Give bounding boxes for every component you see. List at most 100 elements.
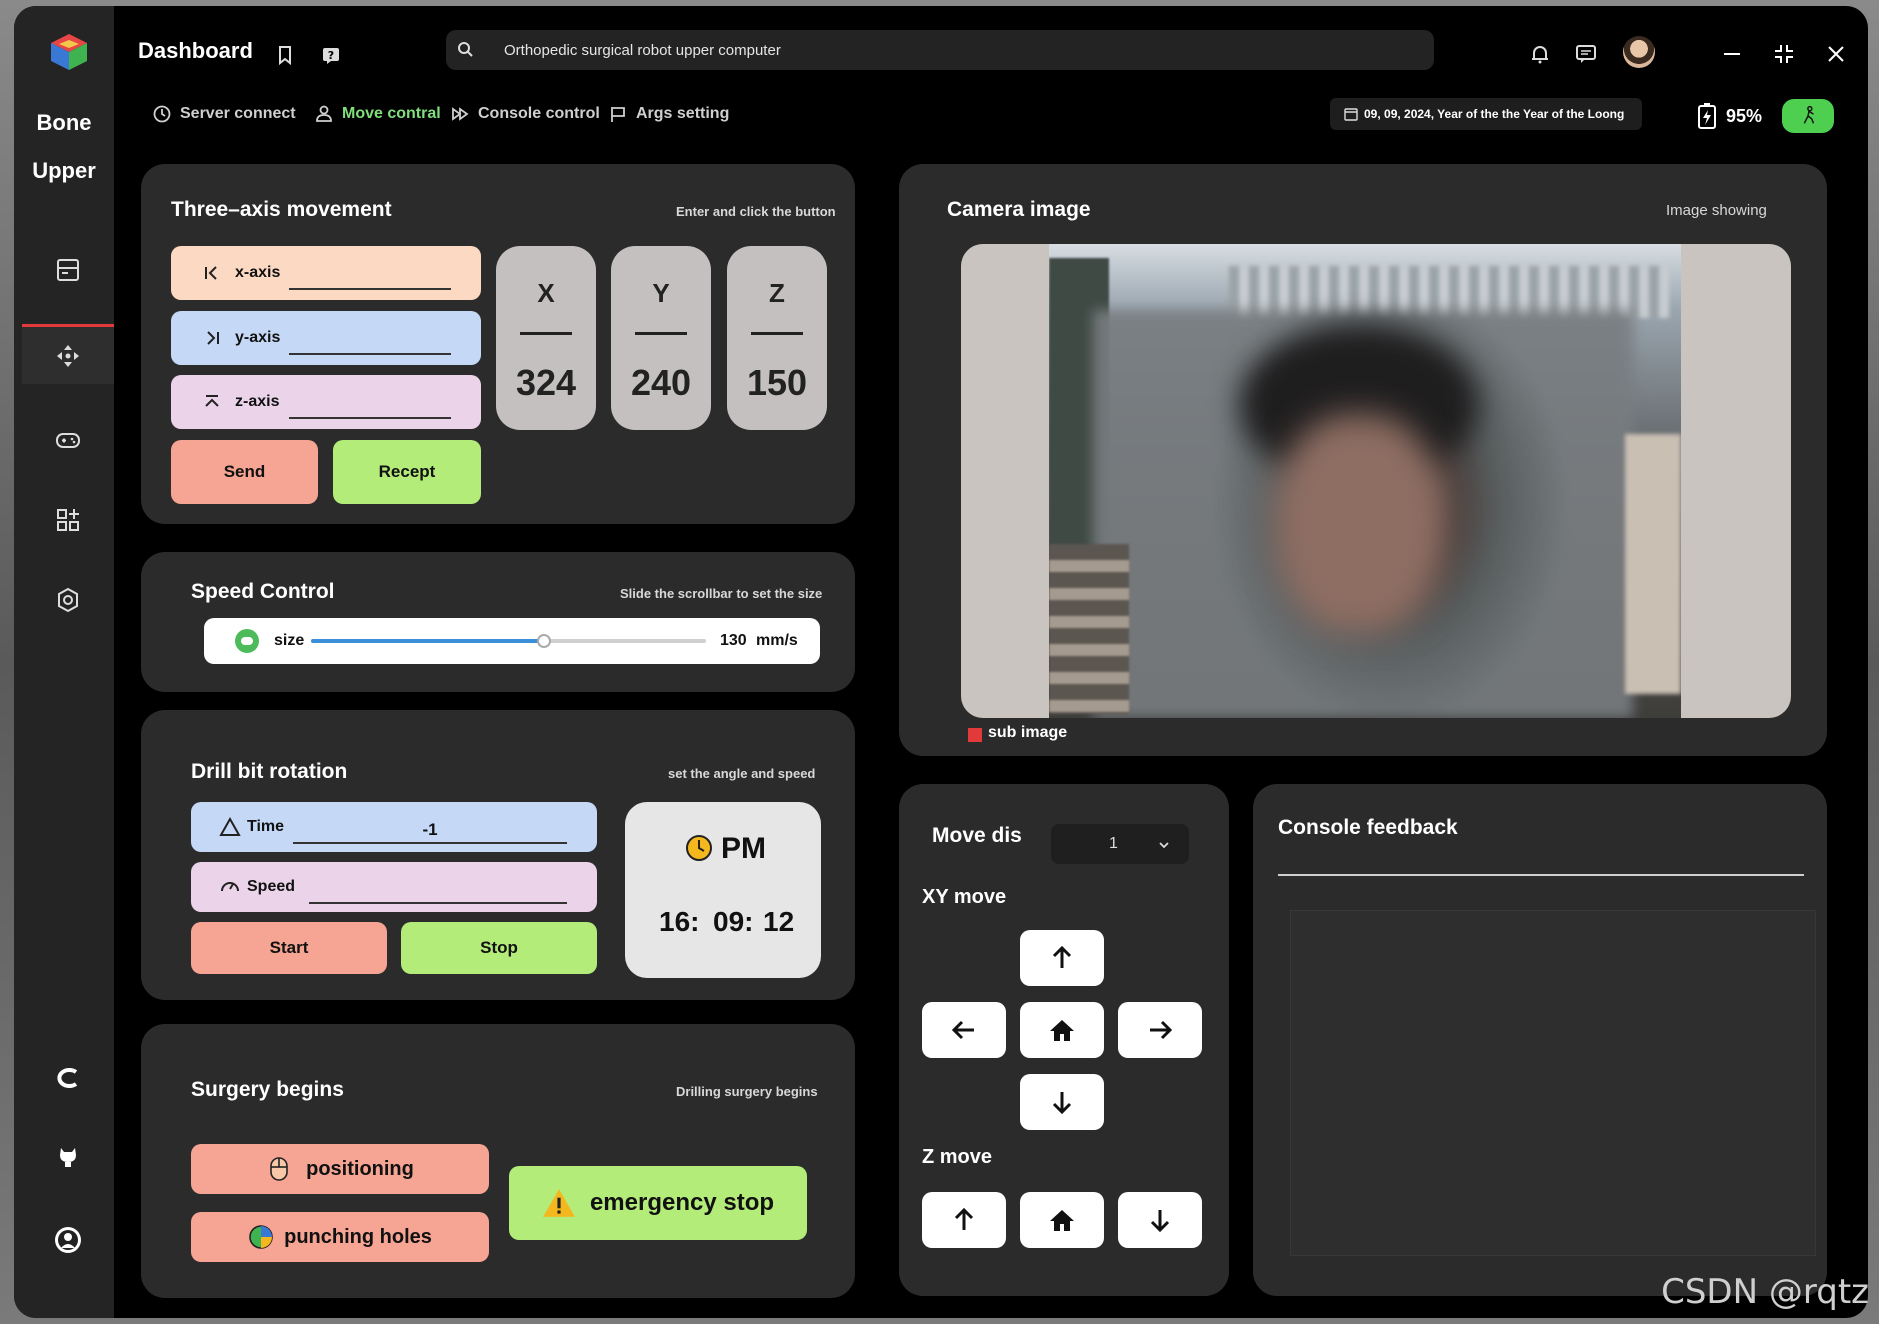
sidebar: Bone Upper	[14, 6, 114, 1318]
xy-down-button[interactable]	[1020, 1074, 1104, 1130]
punching-holes-button[interactable]: punching holes	[191, 1212, 489, 1262]
date-text: 09, 09, 2024, Year of the the Year of th…	[1364, 107, 1625, 121]
y-card-value: 240	[630, 362, 692, 403]
camera-photo	[1049, 244, 1681, 718]
apps-icon	[57, 509, 79, 531]
x-axis-field[interactable]: x-axis	[171, 246, 481, 300]
xy-left-button[interactable]	[922, 1002, 1006, 1058]
time-label: Time	[247, 818, 285, 835]
move-title: Move dis	[932, 824, 1022, 847]
drill-speed-input[interactable]	[309, 878, 567, 904]
x-axis-label: x-axis	[235, 264, 281, 281]
battery-status: 95%	[1696, 102, 1762, 130]
tab-server-connect[interactable]: Server connect	[152, 104, 296, 124]
speed-slider-box: size 130 mm/s	[204, 618, 820, 664]
time-input[interactable]: -1	[293, 818, 567, 844]
runner-icon	[1803, 105, 1815, 124]
z-up-button[interactable]	[922, 1192, 1006, 1248]
arrow-down-icon	[1052, 1092, 1072, 1115]
speed-slider[interactable]	[311, 634, 706, 648]
sub-image-marker	[968, 728, 982, 742]
emergency-stop-button[interactable]: emergency stop	[509, 1166, 807, 1240]
app-window: Bone Upper Dashboard ? Orthopedic surgic…	[14, 6, 1868, 1318]
x-card-value: 324	[515, 362, 577, 403]
send-button[interactable]: Send	[171, 440, 318, 504]
positioning-button[interactable]: positioning	[191, 1144, 489, 1194]
console-divider	[1278, 874, 1804, 876]
close-icon[interactable]	[1824, 42, 1848, 66]
c-logo-icon	[57, 1068, 78, 1088]
y-axis-field[interactable]: y-axis	[171, 311, 481, 365]
surgery-title: Surgery begins	[191, 1078, 344, 1101]
move-icon	[57, 344, 79, 367]
sidebar-apps-button[interactable]	[22, 490, 114, 550]
move-distance-select[interactable]: 1	[1051, 824, 1189, 864]
minimize-icon[interactable]	[1720, 42, 1744, 66]
sidebar-layout-button[interactable]	[22, 240, 114, 300]
restore-icon[interactable]	[1772, 42, 1796, 66]
z-axis-input[interactable]	[289, 393, 451, 419]
three-axis-title: Three–axis movement	[171, 198, 392, 221]
message-icon[interactable]	[1574, 42, 1598, 66]
brand-line-2: Upper	[32, 158, 96, 183]
sidebar-settings-button[interactable]	[22, 570, 114, 630]
search-text: Orthopedic surgical robot upper computer	[504, 41, 781, 59]
xy-home-button[interactable]	[1020, 1002, 1104, 1058]
tab-move-control[interactable]: Move contral	[314, 104, 441, 124]
triangle-icon	[219, 816, 241, 836]
camera-title: Camera image	[947, 198, 1091, 221]
drill-hint: set the angle and speed	[668, 766, 816, 781]
gauge-icon	[221, 882, 239, 892]
z-value-card: Z 150	[727, 246, 827, 430]
xy-right-button[interactable]	[1118, 1002, 1202, 1058]
speed-field[interactable]: Speed	[191, 862, 597, 912]
start-button[interactable]: Start	[191, 922, 387, 974]
three-axis-hint: Enter and click the button	[676, 204, 836, 219]
x-card-name: X	[537, 278, 555, 308]
people-icon	[316, 105, 332, 122]
x-value-card: X 324	[496, 246, 596, 430]
z-home-button[interactable]	[1020, 1192, 1104, 1248]
surgery-hint: Drilling surgery begins	[676, 1084, 818, 1099]
sidebar-gamepad-button[interactable]	[22, 410, 114, 470]
tab-args-setting[interactable]: Args setting	[608, 104, 729, 124]
console-output[interactable]	[1290, 910, 1816, 1256]
avatar-logo-icon	[55, 1227, 81, 1253]
speed-title: Speed Control	[191, 580, 335, 603]
arrow-down-icon	[1150, 1210, 1170, 1233]
sidebar-github-button[interactable]	[22, 1126, 114, 1186]
y-axis-input[interactable]	[289, 329, 451, 355]
clock-minutes: 09:	[713, 906, 754, 937]
z-down-button[interactable]	[1118, 1192, 1202, 1248]
sidebar-user-button[interactable]	[22, 1210, 114, 1270]
speed-slider-thumb[interactable]	[537, 634, 552, 648]
time-field[interactable]: Time -1	[191, 802, 597, 852]
z-axis-field[interactable]: z-axis	[171, 375, 481, 429]
flag-icon	[611, 107, 625, 122]
page-title: Dashboard	[138, 38, 253, 63]
tab-console-control[interactable]: Console control	[450, 104, 600, 124]
stop-button[interactable]: Stop	[401, 922, 597, 974]
skip-up-icon	[205, 395, 219, 407]
gamepad-icon	[56, 433, 80, 448]
clock-seconds: 12	[763, 906, 795, 937]
punching-label: punching holes	[284, 1225, 432, 1248]
recept-button[interactable]: Recept	[333, 440, 481, 504]
watermark: CSDN @rqtz	[1661, 1272, 1869, 1312]
sidebar-c-button[interactable]	[22, 1048, 114, 1108]
bell-icon[interactable]	[1528, 42, 1552, 66]
arrow-right-icon	[1150, 1020, 1173, 1040]
y-card-name: Y	[652, 278, 670, 308]
sub-image-label[interactable]: sub image	[988, 724, 1067, 742]
bookmark-icon[interactable]	[274, 44, 296, 66]
search-bar[interactable]: Orthopedic surgical robot upper computer	[446, 30, 1434, 70]
xy-up-button[interactable]	[1020, 930, 1104, 986]
battery-charging-icon	[1698, 103, 1716, 129]
move-distance-value: 1	[1109, 835, 1118, 852]
connection-status-button[interactable]	[1782, 99, 1834, 133]
x-axis-input[interactable]	[289, 264, 451, 290]
sidebar-move-button[interactable]	[22, 324, 114, 384]
help-icon[interactable]: ?	[320, 44, 342, 66]
arrow-up-icon	[1052, 945, 1072, 968]
user-avatar[interactable]	[1623, 36, 1655, 68]
